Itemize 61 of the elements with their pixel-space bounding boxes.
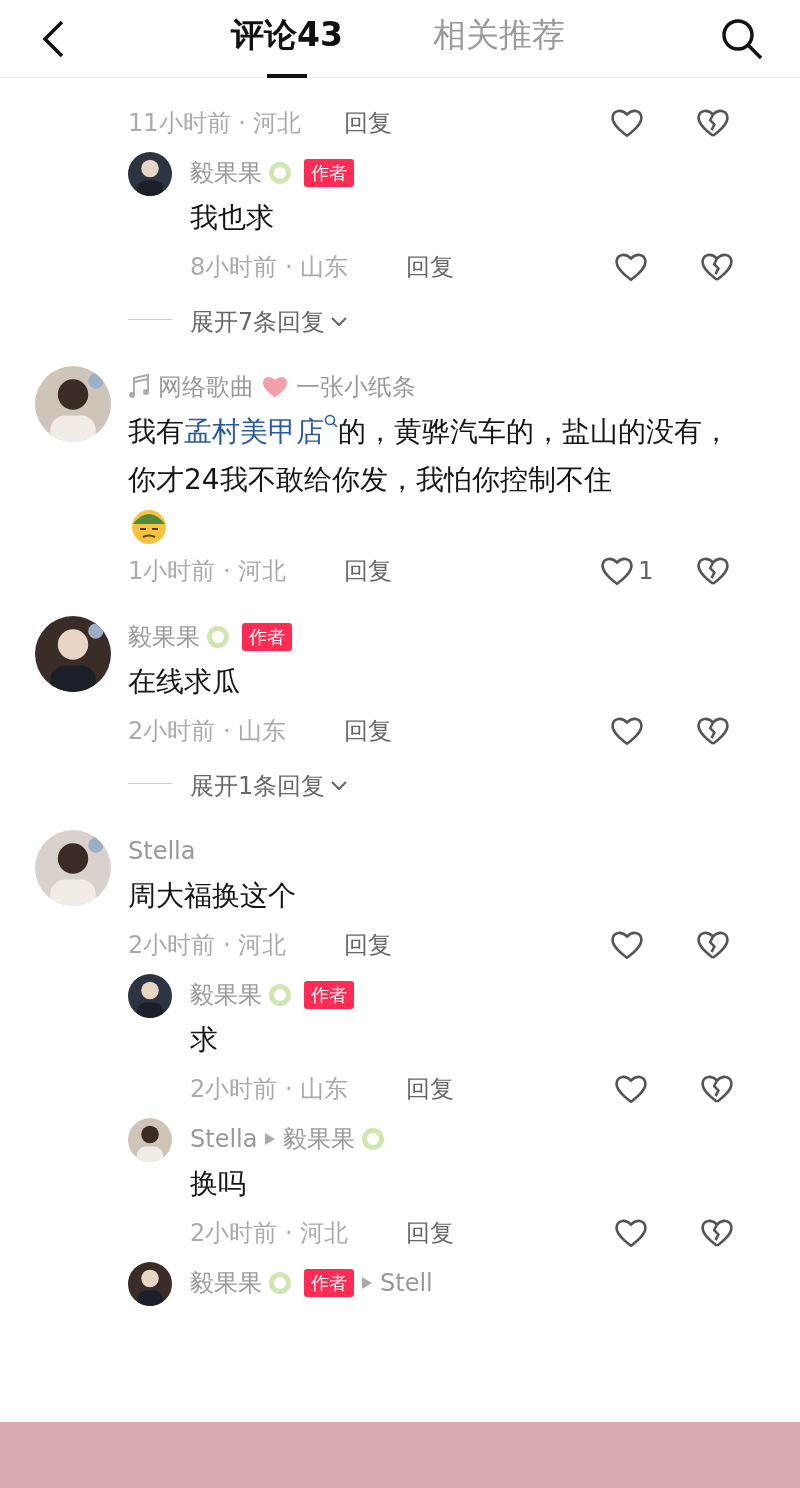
comment-text: 在线求瓜 (128, 664, 241, 700)
like-button[interactable]: 1 (584, 555, 670, 587)
search-link[interactable]: 孟村美甲店 (184, 415, 338, 448)
user-name: Stella (128, 837, 196, 865)
heart-icon (614, 251, 648, 283)
time-location: 2小时前 · 河北 (190, 1218, 350, 1249)
time-location: 2小时前 · 河北 (128, 930, 288, 961)
heart-icon (614, 1217, 648, 1249)
broken-heart-icon (700, 1217, 734, 1249)
reply-button[interactable]: 回复 (406, 251, 454, 283)
user-name: 毅果果 (190, 158, 262, 189)
chevron-down-icon (329, 315, 350, 329)
heart-icon (610, 929, 644, 961)
user-name-suffix: 一张小纸条 (296, 372, 416, 403)
reply-button[interactable]: 回复 (344, 555, 392, 587)
broken-heart-icon (696, 555, 730, 587)
user-name: 毅果果 (128, 622, 200, 653)
broken-heart-icon (696, 929, 730, 961)
triangle-icon (360, 1275, 374, 1291)
author-badge: 作者 (304, 159, 354, 187)
author-badge: 作者 (304, 1269, 354, 1297)
expand-replies-button[interactable]: 展开1条回复 (190, 762, 350, 810)
back-icon[interactable] (40, 18, 66, 59)
like-count: 1 (638, 557, 654, 585)
heart-icon (610, 715, 644, 747)
reply-button[interactable]: 回复 (344, 929, 392, 961)
chevron-down-icon (329, 779, 350, 793)
heart-icon (614, 1073, 648, 1105)
user-name: Stella (190, 1125, 258, 1153)
search-icon[interactable] (720, 16, 764, 61)
time-location: 8小时前 · 山东 (190, 252, 350, 283)
reply-target-name: 毅果果 (283, 1124, 356, 1155)
comment-text: 我也求 (190, 200, 275, 236)
time-location: 2小时前 · 山东 (128, 716, 288, 747)
time-location: 1小时前 · 河北 (128, 556, 288, 587)
broken-heart-icon (696, 715, 730, 747)
comment-text: 求 (190, 1022, 219, 1058)
reply-button[interactable]: 回复 (406, 1217, 454, 1249)
heart-icon (600, 555, 635, 587)
tab[interactable]: 评论43 (231, 0, 343, 78)
comment-text: 我有孟村美甲店 的，黄骅汽车的，盐山的没有，你才24我不敢给你发，我怕你控制不住 (128, 413, 731, 498)
reply-button[interactable]: 回复 (344, 715, 392, 747)
user-name: 毅果果 (190, 980, 262, 1011)
reply-button[interactable]: 回复 (344, 107, 392, 139)
broken-heart-icon (696, 107, 730, 139)
heart-icon (610, 107, 644, 139)
reply-target-name: Stell (380, 1269, 433, 1297)
user-name: 网络歌曲 (158, 372, 254, 403)
comment-text: 换吗 (190, 1166, 247, 1202)
expand-replies-button[interactable]: 展开7条回复 (190, 298, 350, 346)
time-location: 2小时前 · 山东 (190, 1074, 350, 1105)
broken-heart-icon (700, 251, 734, 283)
comment-text: 周大福换这个 (128, 878, 297, 914)
time-location: 11小时前 · 河北 (128, 108, 303, 139)
author-badge: 作者 (242, 623, 292, 651)
broken-heart-icon (700, 1073, 734, 1105)
author-badge: 作者 (304, 981, 354, 1009)
user-name: 毅果果 (190, 1268, 262, 1299)
heart-icon (260, 374, 290, 400)
reply-button[interactable]: 回复 (406, 1073, 454, 1105)
search-icon (324, 414, 338, 430)
